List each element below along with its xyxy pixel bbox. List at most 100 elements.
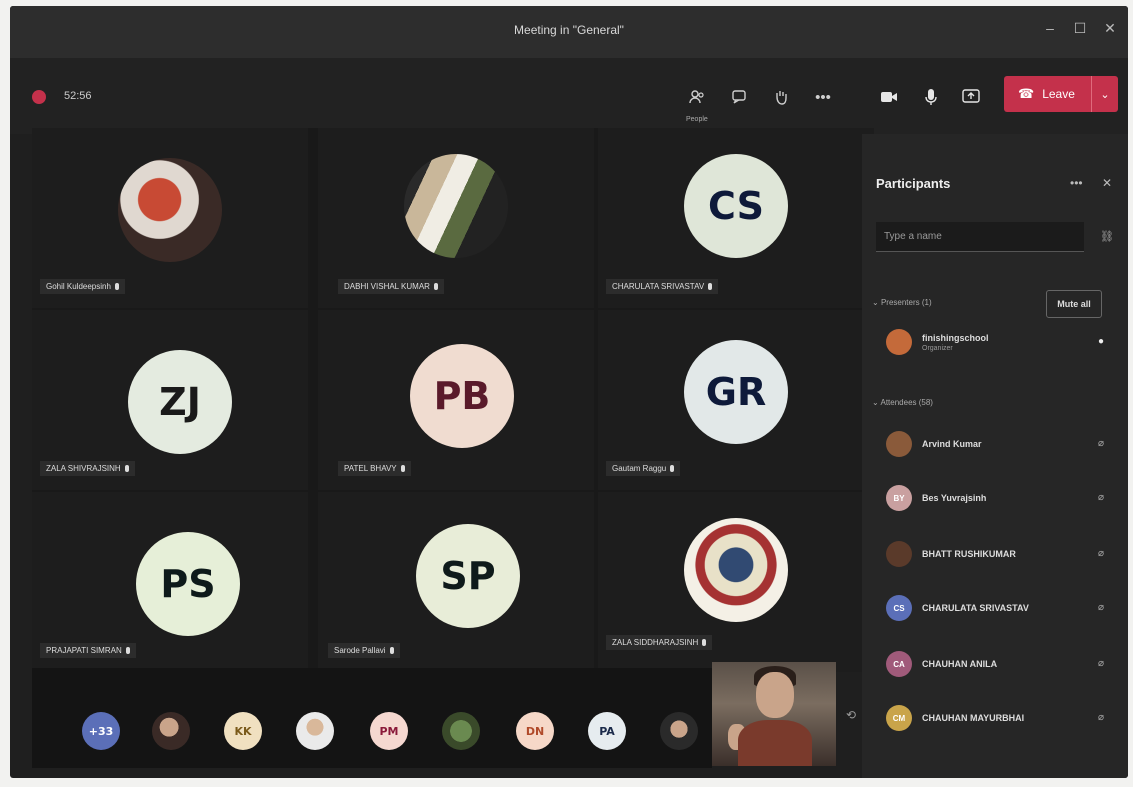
mic-muted-icon: ⌀: [1097, 602, 1104, 613]
participant-tile[interactable]: Gohil Kuldeepsinh: [32, 128, 308, 308]
panel-title: Participants: [876, 176, 951, 191]
chat-button[interactable]: [724, 82, 754, 112]
hand-icon: [776, 91, 787, 105]
overflow-participant-strip: +33 KK PM DN PA: [32, 668, 712, 768]
participant-mini-avatar[interactable]: DN: [516, 712, 554, 750]
share-invite-icon[interactable]: ⛓: [1100, 230, 1114, 243]
mic-icon: [708, 283, 713, 290]
participant-tile[interactable]: GR Gautam Raggu: [598, 310, 874, 490]
participant-avatar: PB: [410, 344, 514, 448]
more-participants-button[interactable]: +33: [82, 712, 120, 750]
attendee-name: CHAUHAN ANILA: [922, 659, 998, 669]
mic-icon: [400, 465, 405, 472]
participant-nametag: Gohil Kuldeepsinh: [40, 279, 125, 294]
leave-label: Leave: [1042, 87, 1075, 101]
participant-mini-avatar[interactable]: PA: [588, 712, 626, 750]
participant-nametag: PATEL BHAVY: [338, 461, 411, 476]
mic-icon: [702, 639, 707, 646]
more-actions-button[interactable]: •••: [808, 82, 838, 112]
participant-tile[interactable]: DABHI VISHAL KUMAR: [318, 128, 594, 308]
mic-muted-icon: ⌀: [1097, 548, 1104, 559]
participant-mini-avatar[interactable]: KK: [224, 712, 262, 750]
participants-panel: Participants ••• ✕ ⛓ ⌄ Presenters (1) Mu…: [862, 134, 1128, 778]
participant-mini-avatar[interactable]: PM: [370, 712, 408, 750]
attendee-row[interactable]: BHATT RUSHIKUMAR ⌀: [886, 536, 1118, 572]
attendee-row[interactable]: Arvind Kumar ⌀: [886, 426, 1118, 462]
people-icon: [689, 90, 704, 104]
attendees-section-header[interactable]: ⌄ Attendees (58): [872, 398, 933, 407]
mic-muted-icon: ⌀: [1097, 658, 1104, 669]
participant-name: Gohil Kuldeepsinh: [46, 282, 111, 291]
camera-button[interactable]: [874, 82, 904, 112]
chat-icon: [732, 90, 746, 104]
teams-window: Meeting in "General" – ☐ ✕ 52:56 People …: [10, 6, 1128, 778]
attendee-row[interactable]: BY Bes Yuvrajsinh ⌀: [886, 480, 1118, 516]
self-video-preview[interactable]: [712, 662, 836, 766]
participant-mini-photo[interactable]: [152, 712, 190, 750]
attendee-avatar: CM: [886, 705, 912, 731]
participant-name: Sarode Pallavi: [334, 646, 386, 655]
attendee-name: CHARULATA SRIVASTAV: [922, 603, 1029, 613]
attendees-label: Attendees (58): [880, 398, 933, 407]
participant-nametag: CHARULATA SRIVASTAV: [606, 279, 719, 294]
participant-avatar: PS: [136, 532, 240, 636]
minimize-button[interactable]: –: [1038, 20, 1062, 36]
swap-view-icon[interactable]: ⟲: [846, 708, 856, 722]
attendee-avatar: [886, 541, 912, 567]
attendee-row[interactable]: CA CHAUHAN ANILA ⌀: [886, 646, 1118, 682]
participant-mini-photo[interactable]: [296, 712, 334, 750]
participants-button[interactable]: [682, 82, 712, 112]
participant-nametag: PRAJAPATI SIMRAN: [40, 643, 136, 658]
participant-name: PATEL BHAVY: [344, 464, 397, 473]
share-screen-button[interactable]: [956, 82, 986, 112]
participant-mini-photo[interactable]: [442, 712, 480, 750]
attendee-avatar: CA: [886, 651, 912, 677]
attendee-row[interactable]: CS CHARULATA SRIVASTAV ⌀: [886, 590, 1118, 626]
panel-more-button[interactable]: •••: [1070, 176, 1083, 190]
participant-nametag: ZALA SIDDHARAJSINH: [606, 635, 713, 650]
participant-photo: [684, 518, 788, 622]
participant-name: Gautam Raggu: [612, 464, 667, 473]
participant-search-input[interactable]: [876, 222, 1084, 252]
participant-tile[interactable]: ZJ ZALA SHIVRAJSINH: [32, 310, 308, 490]
recording-indicator-icon: [32, 90, 46, 104]
attendee-row[interactable]: CM CHAUHAN MAYURBHAI ⌀: [886, 700, 1118, 736]
leave-button[interactable]: ☎ Leave ⌄: [1004, 76, 1118, 112]
mic-muted-icon: ⌀: [1097, 438, 1104, 449]
participant-tile[interactable]: SP Sarode Pallavi: [318, 492, 594, 672]
attendee-avatar: CS: [886, 595, 912, 621]
participant-avatar: CS: [684, 154, 788, 258]
self-body: [738, 720, 812, 766]
raise-hand-button[interactable]: [766, 82, 796, 112]
participant-avatar: ZJ: [128, 350, 232, 454]
participant-avatar: SP: [416, 524, 520, 628]
mic-icon: [389, 647, 394, 654]
mic-icon: [124, 465, 129, 472]
presenter-row[interactable]: finishingschool Organizer ●: [886, 324, 1118, 360]
mic-button[interactable]: [916, 82, 946, 112]
mic-icon: [925, 89, 937, 105]
leave-dropdown-button[interactable]: ⌄: [1091, 76, 1118, 112]
mic-icon: [433, 283, 438, 290]
participant-mini-photo[interactable]: [660, 712, 698, 750]
attendee-name: Bes Yuvrajsinh: [922, 493, 987, 503]
participant-tile[interactable]: ZALA SIDDHARAJSINH: [598, 492, 874, 672]
meeting-timer: 52:56: [64, 90, 92, 102]
presenters-section-header[interactable]: ⌄ Presenters (1): [872, 298, 932, 307]
participant-tile[interactable]: CS CHARULATA SRIVASTAV: [598, 128, 874, 308]
attendee-name: Arvind Kumar: [922, 439, 982, 449]
participant-name: ZALA SHIVRAJSINH: [46, 464, 121, 473]
presenter-name: finishingschool: [922, 332, 989, 343]
mute-all-button[interactable]: Mute all: [1046, 290, 1102, 318]
participant-nametag: DABHI VISHAL KUMAR: [338, 279, 444, 294]
panel-close-button[interactable]: ✕: [1102, 176, 1112, 190]
presenter-name-block: finishingschool Organizer: [922, 333, 989, 352]
camera-icon: [881, 92, 897, 102]
close-window-button[interactable]: ✕: [1098, 20, 1122, 37]
participant-tile[interactable]: PB PATEL BHAVY: [318, 310, 594, 490]
self-face: [756, 672, 794, 718]
maximize-button[interactable]: ☐: [1068, 20, 1092, 37]
participant-tile[interactable]: PS PRAJAPATI SIMRAN: [32, 492, 308, 672]
collapse-chevron-icon: ⌄: [872, 298, 881, 307]
participant-name: CHARULATA SRIVASTAV: [612, 282, 705, 291]
